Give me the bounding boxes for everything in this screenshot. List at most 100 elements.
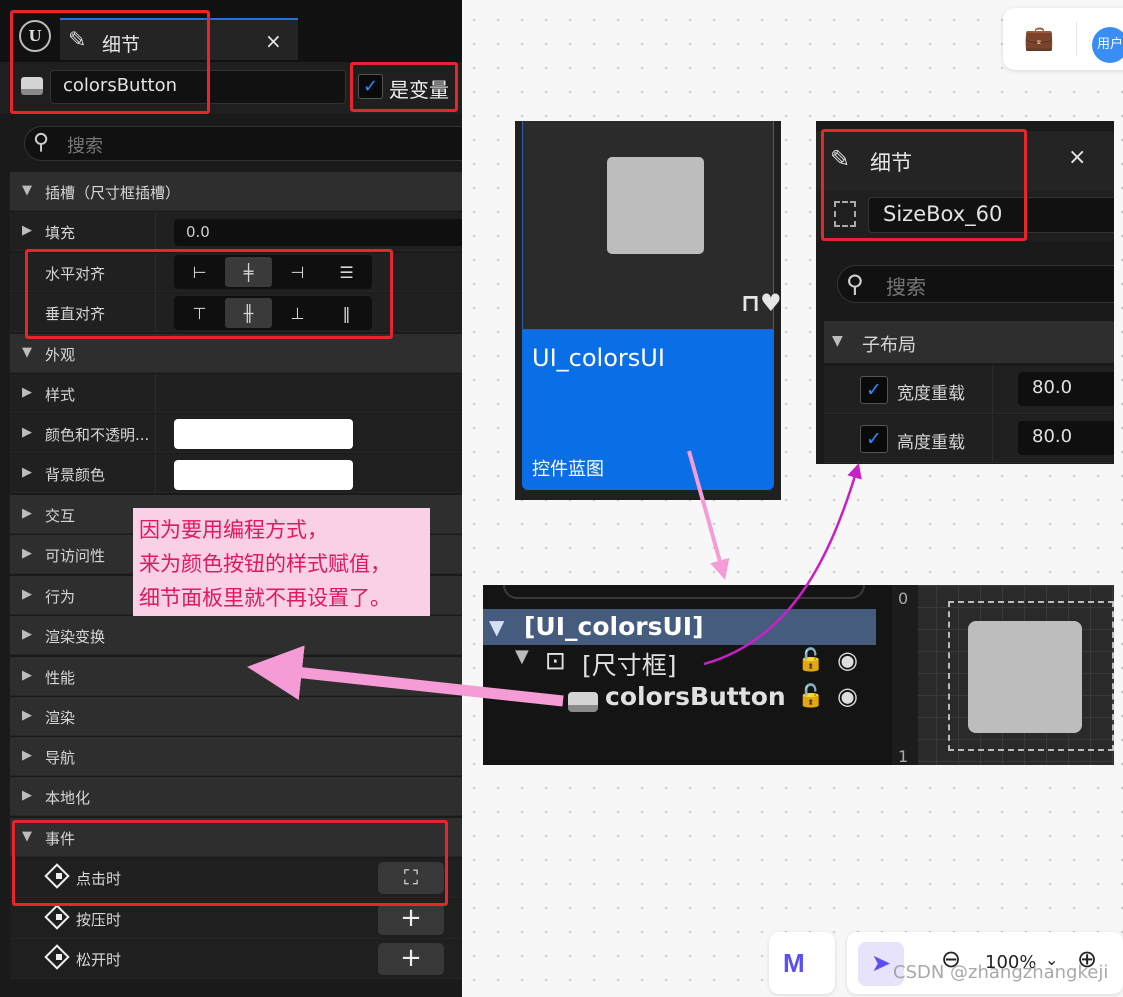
- close-icon[interactable]: ×: [265, 29, 282, 53]
- widget-blueprint-icon: ⊓♥: [741, 289, 782, 317]
- section-slot[interactable]: ▼ 插槽（尺寸框插槽）: [10, 172, 462, 211]
- collapse-arrow-icon: ▼: [22, 345, 32, 360]
- close-icon[interactable]: ×: [1068, 145, 1086, 170]
- edit-pen-icon: ✎: [68, 28, 87, 53]
- widget-name-input[interactable]: colorsButton: [50, 70, 346, 104]
- property-style[interactable]: ▶ 样式: [10, 374, 462, 413]
- property-label: 垂直对齐: [45, 305, 106, 323]
- visibility-eye-icon[interactable]: ◉: [837, 682, 858, 710]
- lock-icon[interactable]: 🔓: [797, 684, 824, 709]
- hierarchy-search[interactable]: [503, 585, 865, 599]
- hierarchy-item-size-box[interactable]: ▼ ⊡ [尺寸框] 🔓 ◉: [483, 646, 883, 682]
- align-top-icon[interactable]: ⊤: [176, 298, 223, 328]
- add-event-button[interactable]: +: [378, 943, 444, 975]
- expand-arrow-icon: ▶: [22, 788, 32, 803]
- section-events[interactable]: ▼ 事件: [10, 818, 462, 857]
- property-height-override: ✓ 高度重载 80.0: [824, 415, 1114, 463]
- add-event-button[interactable]: +: [378, 903, 444, 935]
- column-divider: [992, 415, 993, 463]
- vertical-alignment-buttons: ⊤ ╫ ⊥ ‖: [174, 296, 372, 330]
- align-left-icon[interactable]: ⊢: [176, 257, 223, 287]
- height-override-input[interactable]: 80.0: [1018, 421, 1114, 455]
- color-opacity-swatch[interactable]: [174, 419, 353, 449]
- search-icon: ⚲: [33, 130, 50, 155]
- avatar[interactable]: 用户: [1092, 27, 1123, 63]
- section-label: 本地化: [45, 789, 91, 807]
- property-label: 样式: [45, 386, 76, 404]
- expand-arrow-icon: ▶: [22, 223, 32, 238]
- annotation-line: 来为颜色按钮的样式赋值，: [139, 552, 391, 576]
- section-localization[interactable]: ▶ 本地化: [10, 777, 462, 816]
- property-label: 水平对齐: [45, 265, 106, 283]
- tab-details[interactable]: ✎ 细节 ×: [60, 18, 298, 60]
- column-divider: [155, 212, 156, 251]
- width-override-input[interactable]: 80.0: [1018, 372, 1114, 406]
- fill-value-input[interactable]: 0.0: [174, 219, 462, 246]
- hierarchy-label: colorsButton: [605, 682, 786, 711]
- jump-to-event-button[interactable]: ⛶: [378, 862, 444, 894]
- column-divider: [992, 366, 993, 414]
- section-render-transform[interactable]: ▶ 渲染变换: [10, 616, 462, 655]
- event-label: 点击时: [76, 870, 122, 888]
- property-label: 颜色和不透明...: [45, 426, 150, 444]
- asset-type: 控件蓝图: [532, 459, 604, 480]
- event-row-on-pressed: 按压时 +: [10, 899, 462, 939]
- background-color-swatch[interactable]: [174, 460, 353, 490]
- annotation-line: 因为要用编程方式，: [139, 518, 328, 542]
- lock-icon[interactable]: 🔓: [797, 648, 824, 673]
- section-label: 行为: [45, 588, 76, 606]
- section-label: 性能: [45, 669, 76, 687]
- vertical-ruler: 0 1: [892, 585, 918, 765]
- visibility-eye-icon[interactable]: ◉: [837, 646, 858, 674]
- ruler-label: 0: [898, 589, 909, 608]
- align-right-icon[interactable]: ⊣: [274, 257, 321, 287]
- is-variable-label: 是变量: [389, 78, 449, 102]
- align-bottom-icon[interactable]: ⊥: [274, 298, 321, 328]
- section-child-layout[interactable]: ▼ 子布局: [824, 321, 1114, 363]
- horizontal-alignment-buttons: ⊢ ╪ ⊣ ☰: [174, 255, 372, 289]
- toolbox-icon[interactable]: 💼: [1024, 24, 1054, 52]
- section-appearance[interactable]: ▼ 外观: [10, 334, 462, 373]
- widget-blueprint-card[interactable]: ⊓♥ UI_colorsUI 控件蓝图: [515, 121, 782, 500]
- widget-name-input[interactable]: SizeBox_60: [868, 197, 1114, 233]
- top-toolbar: 💼 用户: [1003, 8, 1123, 70]
- align-center-icon[interactable]: ╪: [225, 257, 272, 287]
- app-logo-icon: M: [783, 948, 805, 978]
- sizebox-details-panel: ✎ 细节 × SizeBox_60 ⚲ 搜索 ▼ 子布局 ✓ 宽度重载 80.0…: [816, 121, 1114, 464]
- search-input[interactable]: ⚲ 搜索: [837, 265, 1114, 303]
- height-override-checkbox[interactable]: ✓: [860, 425, 888, 453]
- card-preview: ⊓♥: [522, 121, 782, 330]
- section-rendering[interactable]: ▶ 渲染: [10, 697, 462, 736]
- width-override-checkbox[interactable]: ✓: [860, 376, 888, 404]
- hierarchy-root-item[interactable]: ▼ [UI_colorsUI]: [483, 609, 876, 645]
- hierarchy-label: [UI_colorsUI]: [524, 612, 704, 641]
- tab-details[interactable]: ✎ 细节 ×: [816, 131, 1114, 191]
- event-row-on-released: 松开时 +: [10, 939, 462, 979]
- align-fill-icon[interactable]: ☰: [323, 257, 370, 287]
- align-vertical-fill-icon[interactable]: ‖: [323, 298, 370, 328]
- section-performance[interactable]: ▶ 性能: [10, 657, 462, 696]
- property-label: 高度重载: [897, 433, 965, 453]
- tab-title: 细节: [102, 34, 141, 56]
- property-label: 填充: [45, 224, 76, 242]
- search-placeholder: 搜索: [886, 275, 926, 299]
- details-panel: U ✎ 细节 × colorsButton ✓ 是变量 ⚲ 搜索 ▼ 插槽（尺寸…: [0, 0, 462, 997]
- column-divider: [155, 374, 156, 413]
- designer-viewport[interactable]: 0 1: [892, 585, 1114, 765]
- section-navigation[interactable]: ▶ 导航: [10, 737, 462, 776]
- column-divider: [155, 414, 156, 453]
- collapse-arrow-icon: ▼: [515, 646, 529, 667]
- property-label: 背景颜色: [45, 466, 106, 484]
- edit-pen-icon: ✎: [830, 145, 851, 173]
- search-placeholder: 搜索: [67, 136, 103, 157]
- unreal-logo-icon: U: [19, 20, 51, 52]
- expand-arrow-icon: ▶: [22, 708, 32, 723]
- hierarchy-item-colors-button[interactable]: colorsButton 🔓 ◉: [483, 682, 883, 718]
- property-width-override: ✓ 宽度重载 80.0: [824, 366, 1114, 414]
- search-input[interactable]: ⚲ 搜索: [24, 126, 462, 161]
- is-variable-checkbox[interactable]: ✓: [358, 74, 383, 99]
- annotation-note: 因为要用编程方式， 来为颜色按钮的样式赋值， 细节面板里就不再设置了。: [133, 508, 430, 616]
- align-middle-icon[interactable]: ╫: [225, 298, 272, 328]
- section-label: 可访问性: [45, 547, 106, 565]
- app-logo-button[interactable]: M: [769, 932, 835, 994]
